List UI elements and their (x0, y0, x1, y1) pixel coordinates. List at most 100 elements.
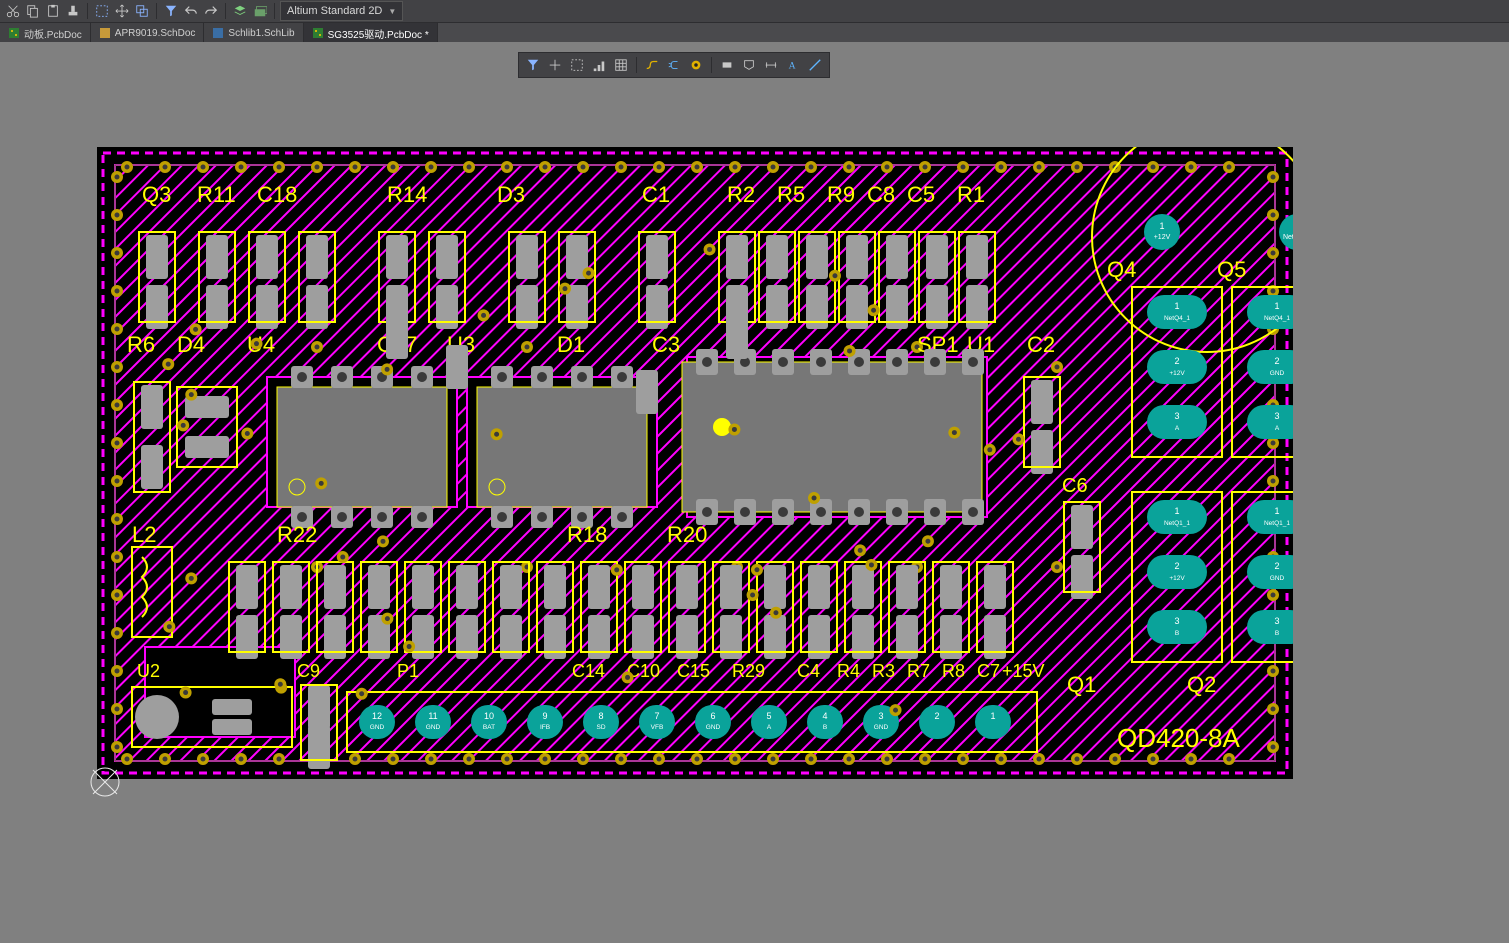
doc-tab-label: APR9019.SchDoc (115, 28, 196, 39)
svg-text:3: 3 (1174, 411, 1179, 421)
svg-text:R8: R8 (942, 661, 965, 681)
svg-text:+12V: +12V (1169, 575, 1185, 582)
svg-text:C8: C8 (867, 182, 895, 207)
view-mode-dropdown[interactable]: Altium Standard 2D ▼ (280, 1, 403, 21)
svg-text:C6: C6 (1062, 475, 1088, 497)
svg-text:GND: GND (1270, 575, 1285, 582)
paste-button[interactable] (44, 2, 62, 20)
move-button[interactable] (113, 2, 131, 20)
diff-pair-icon[interactable] (664, 55, 684, 75)
svg-text:QD420-8A: QD420-8A (1117, 723, 1240, 753)
route-icon[interactable] (642, 55, 662, 75)
pcb-svg: Q3R11C18R14D3C1R2R5R9C8C5R11+12V2NetQ3_3… (97, 147, 1293, 779)
svg-text:+15V: +15V (1002, 661, 1045, 681)
svg-text:R1: R1 (957, 182, 985, 207)
main-toolbar: Altium Standard 2D ▼ (0, 0, 1509, 23)
doc-tab-label: Schlib1.SchLib (228, 28, 294, 39)
svg-text:1: 1 (1159, 221, 1164, 231)
pcb-workspace[interactable]: A Q3R11C18R14D3C1R2R5R9C8C5R11+12V2NetQ3… (0, 42, 1509, 943)
via-icon[interactable] (686, 55, 706, 75)
svg-text:3: 3 (1174, 616, 1179, 626)
svg-text:C2: C2 (1027, 332, 1055, 357)
svg-text:NetQ1_1: NetQ1_1 (1164, 520, 1190, 527)
rubber-stamp-button[interactable] (64, 2, 82, 20)
polygon-icon[interactable] (739, 55, 759, 75)
svg-text:3: 3 (878, 711, 883, 721)
svg-text:C3: C3 (652, 332, 680, 357)
svg-text:R2: R2 (727, 182, 755, 207)
svg-text:D1: D1 (557, 332, 585, 357)
svg-text:D4: D4 (177, 332, 205, 357)
svg-text:9: 9 (542, 711, 547, 721)
svg-text:B: B (1175, 630, 1179, 637)
svg-text:U2: U2 (137, 661, 160, 681)
svg-text:2: 2 (1174, 356, 1179, 366)
svg-text:1: 1 (1174, 301, 1179, 311)
svg-text:GND: GND (874, 724, 889, 731)
svg-text:3: 3 (1274, 411, 1279, 421)
pcb-canvas[interactable]: Q3R11C18R14D3C1R2R5R9C8C5R11+12V2NetQ3_3… (97, 147, 1293, 779)
svg-text:R29: R29 (732, 661, 765, 681)
doc-tab[interactable]: APR9019.SchDoc (91, 23, 205, 43)
svg-text:R22: R22 (277, 522, 317, 547)
undo-button[interactable] (182, 2, 200, 20)
svg-text:SD: SD (596, 724, 605, 731)
svg-text:GND: GND (706, 724, 721, 731)
svg-text:1: 1 (1174, 506, 1179, 516)
svg-text:1: 1 (1274, 301, 1279, 311)
board-3d-button[interactable] (251, 2, 269, 20)
svg-text:11: 11 (428, 711, 437, 721)
svg-text:L2: L2 (132, 522, 156, 547)
svg-text:6: 6 (710, 711, 715, 721)
svg-text:R7: R7 (907, 661, 930, 681)
svg-text:A: A (1175, 425, 1180, 432)
svg-text:C7: C7 (977, 661, 1000, 681)
svg-text:B: B (823, 724, 827, 731)
svg-text:C9: C9 (297, 661, 320, 681)
doc-tab[interactable]: 动板.PcbDoc (0, 23, 91, 43)
svg-text:Q1: Q1 (1067, 672, 1096, 697)
svg-text:GND: GND (1270, 370, 1285, 377)
svg-text:R3: R3 (872, 661, 895, 681)
dimension-icon[interactable] (761, 55, 781, 75)
select-rect-icon[interactable] (567, 55, 587, 75)
svg-text:C18: C18 (257, 182, 297, 207)
select-overlap-button[interactable] (133, 2, 151, 20)
svg-text:C1: C1 (642, 182, 670, 207)
layers-button[interactable] (231, 2, 249, 20)
doc-tab[interactable]: SG3525驱动.PcbDoc * (304, 23, 438, 43)
svg-text:8: 8 (598, 711, 603, 721)
text-icon[interactable]: A (783, 55, 803, 75)
svg-text:Q2: Q2 (1187, 672, 1216, 697)
svg-text:+12V: +12V (1154, 234, 1171, 241)
svg-text:2: 2 (1274, 356, 1279, 366)
svg-text:VFB: VFB (651, 724, 664, 731)
svg-text:C4: C4 (797, 661, 820, 681)
grid-icon[interactable] (611, 55, 631, 75)
svg-text:7: 7 (654, 711, 659, 721)
svg-text:A: A (767, 724, 772, 731)
cut-button[interactable] (4, 2, 22, 20)
svg-text:P1: P1 (397, 661, 419, 681)
redo-button[interactable] (202, 2, 220, 20)
copy-button[interactable] (24, 2, 42, 20)
crosshair-icon[interactable] (545, 55, 565, 75)
doc-tab-label: 动板.PcbDoc (24, 26, 82, 41)
svg-text:R18: R18 (567, 522, 607, 547)
doc-tab[interactable]: Schlib1.SchLib (204, 23, 303, 43)
doc-icon (312, 27, 324, 39)
pad-icon[interactable] (717, 55, 737, 75)
line-icon[interactable] (805, 55, 825, 75)
filter-button[interactable] (162, 2, 180, 20)
chevron-down-icon: ▼ (388, 7, 396, 16)
select-rect-button[interactable] (93, 2, 111, 20)
svg-text:B: B (1275, 630, 1279, 637)
svg-text:Q3: Q3 (142, 182, 171, 207)
svg-text:IFB: IFB (540, 724, 550, 731)
svg-text:R5: R5 (777, 182, 805, 207)
svg-text:GND: GND (370, 724, 385, 731)
align-icon[interactable] (589, 55, 609, 75)
filter-icon[interactable] (523, 55, 543, 75)
svg-text:Q5: Q5 (1217, 257, 1246, 282)
active-bar: A (518, 52, 830, 78)
